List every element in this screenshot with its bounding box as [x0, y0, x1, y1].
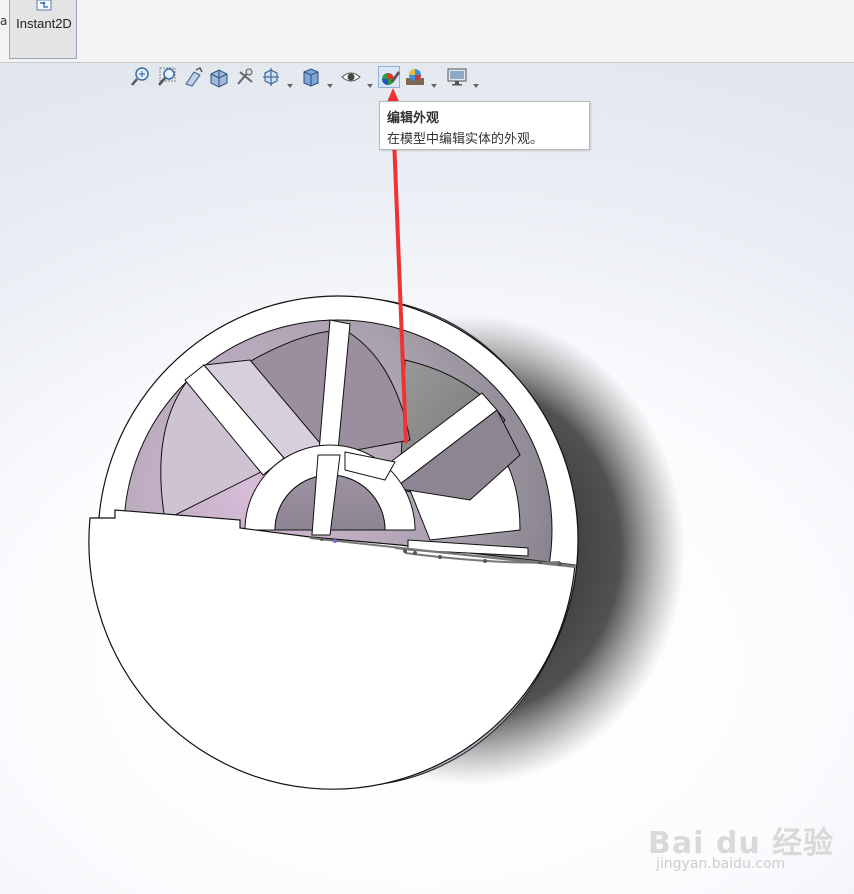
chevron-down-icon[interactable] [366, 74, 374, 88]
tooltip-description: 在模型中编辑实体的外观。 [387, 132, 544, 147]
view-orientation-icon[interactable] [260, 66, 282, 88]
heads-up-view-toolbar [128, 66, 488, 90]
section-view-icon[interactable] [208, 66, 230, 88]
chevron-down-icon[interactable] [326, 74, 334, 88]
apply-scene-icon[interactable] [404, 66, 426, 88]
chevron-down-icon[interactable] [286, 74, 294, 88]
hide-show-items-icon[interactable] [340, 66, 362, 88]
watermark-url: jingyan.baidu.com [656, 856, 786, 872]
chevron-down-icon[interactable] [430, 74, 438, 88]
chevron-down-icon[interactable] [472, 74, 480, 88]
zoom-to-area-icon[interactable] [156, 66, 178, 88]
zoom-to-fit-icon[interactable] [130, 66, 152, 88]
view-settings-icon[interactable] [446, 66, 468, 88]
previous-view-icon[interactable] [182, 66, 204, 88]
edit-appearance-icon[interactable] [378, 66, 400, 88]
dynamic-annotation-icon[interactable] [234, 66, 256, 88]
tooltip-title: 编辑外观 [387, 111, 440, 126]
display-style-icon[interactable] [300, 66, 322, 88]
appearance-tooltip: 编辑外观 在模型中编辑实体的外观。 [379, 101, 590, 150]
